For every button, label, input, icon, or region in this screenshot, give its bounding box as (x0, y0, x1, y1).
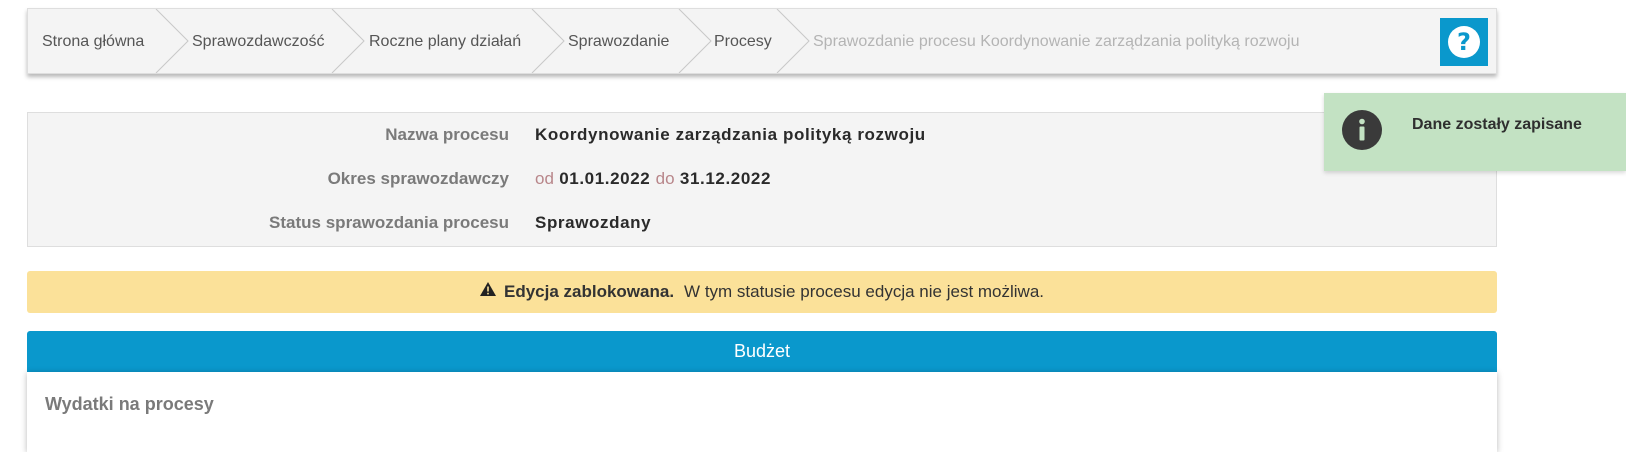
budget-section-body: Wydatki na procesy (27, 372, 1497, 452)
breadcrumb-item-report[interactable]: Sprawozdanie (568, 9, 669, 73)
breadcrumb-separator (331, 9, 365, 73)
period-to-date: 31.12.2022 (679, 169, 772, 188)
process-details-panel: Nazwa procesu Koordynowanie zarządzania … (27, 112, 1497, 247)
reporting-period-value: od 01.01.2022 do 31.12.2022 (535, 164, 771, 194)
save-success-toast[interactable]: Dane zostały zapisane (1324, 93, 1626, 171)
budget-section-header[interactable]: Budżet (27, 331, 1497, 372)
process-name-row: Nazwa procesu Koordynowanie zarządzania … (28, 120, 1496, 150)
breadcrumb-item-processes[interactable]: Procesy (714, 9, 772, 73)
breadcrumb-separator (155, 9, 189, 73)
breadcrumb-separator (678, 9, 712, 73)
process-status-row: Status sprawozdania procesu Sprawozdany (28, 208, 1496, 238)
breadcrumb-separator (776, 9, 810, 73)
process-name-label: Nazwa procesu (385, 125, 509, 144)
edit-locked-alert: Edycja zablokowana. W tym statusie proces… (27, 271, 1497, 313)
breadcrumb-separator (531, 9, 565, 73)
reporting-period-row: Okres sprawozdawczy od 01.01.2022 do 31.… (28, 164, 1496, 194)
help-button[interactable]: ? (1440, 18, 1488, 66)
process-name-value: Koordynowanie zarządzania polityką rozwo… (535, 125, 926, 144)
breadcrumb-item-annual-plans[interactable]: Roczne plany działań (369, 9, 521, 73)
period-to-word: do (655, 169, 675, 188)
breadcrumb-item-current: Sprawozdanie procesu Koordynowanie zarzą… (813, 33, 1300, 50)
period-from-date: 01.01.2022 (559, 169, 651, 188)
alert-title: Edycja zablokowana. (503, 282, 675, 301)
breadcrumb-item-reporting[interactable]: Sprawozdawczość (192, 9, 325, 73)
period-from-word: od (535, 169, 554, 188)
info-circle-icon (1342, 110, 1382, 150)
breadcrumb-item-home[interactable]: Strona główna (42, 9, 144, 73)
toast-message: Dane zostały zapisane (1412, 116, 1582, 133)
process-status-label: Status sprawozdania procesu (269, 213, 509, 232)
process-expenses-title: Wydatki na procesy (45, 394, 214, 414)
question-circle-icon: ? (1448, 26, 1480, 58)
process-status-value: Sprawozdany (535, 213, 652, 232)
reporting-period-label: Okres sprawozdawczy (327, 169, 509, 188)
alert-message: W tym statusie procesu edycja nie jest m… (684, 282, 1045, 301)
warning-triangle-icon (479, 270, 496, 312)
breadcrumb: Strona główna Sprawozdawczość Roczne pla… (27, 8, 1497, 74)
